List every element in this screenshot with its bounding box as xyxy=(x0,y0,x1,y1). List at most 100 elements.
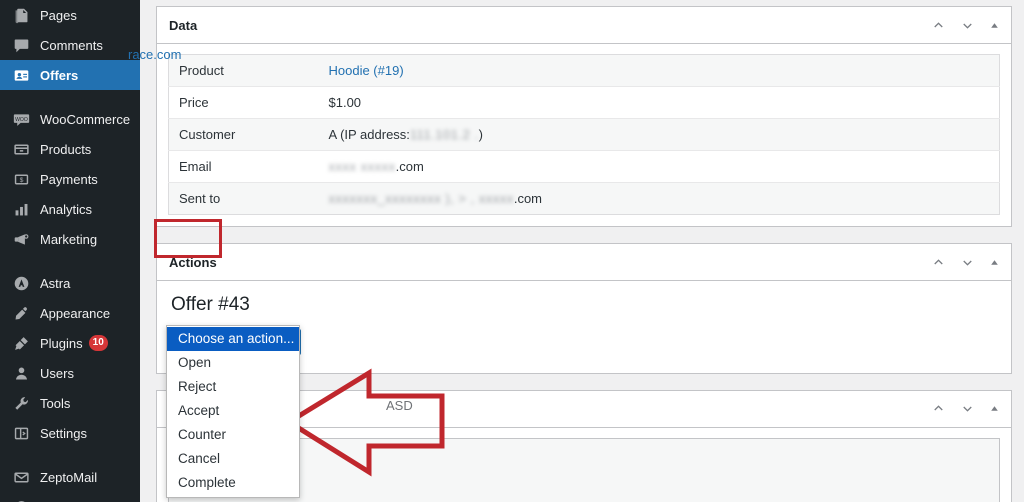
sidebar-item-payments[interactable]: $ Payments xyxy=(0,164,140,194)
chevron-down-icon[interactable] xyxy=(960,255,975,270)
sidebar-item-label: Settings xyxy=(40,425,87,441)
sidebar-item-woocommerce[interactable]: WOO WooCommerce xyxy=(0,104,140,134)
sidebar-item-tools[interactable]: Tools xyxy=(0,388,140,418)
pages-icon xyxy=(11,5,31,25)
admin-sidebar: Pages Comments Offers WOO WooCommerce Pr… xyxy=(0,0,148,502)
sidebar-item-products[interactable]: Products xyxy=(0,134,140,164)
sidebar-item-users[interactable]: Users xyxy=(0,358,140,388)
sidebar-item-label: Payments xyxy=(40,171,98,187)
dropdown-option-choose[interactable]: Choose an action... xyxy=(167,327,299,351)
actions-panel-title: Actions xyxy=(169,254,217,270)
sidebar-item-label: Products xyxy=(40,141,92,157)
dropdown-option-accept[interactable]: Accept xyxy=(167,399,299,423)
redacted-value: xxxx xxxxx xyxy=(328,159,396,174)
sidebar-item-label: Analytics xyxy=(40,201,93,217)
table-row: Customer A (IP address: 111.101.2 . ) xyxy=(168,118,1000,151)
sidebar-item-analytics[interactable]: Analytics xyxy=(0,194,140,224)
sidebar-item-zeptomail[interactable]: ZeptoMail xyxy=(0,462,140,492)
dropdown-option-cancel[interactable]: Cancel xyxy=(167,447,299,471)
comments-icon xyxy=(11,35,31,55)
row-key: Customer xyxy=(168,118,319,151)
data-panel-body: Product Hoodie (#19) Price $1.00 Custome… xyxy=(157,44,1011,226)
row-value: Hoodie (#19) xyxy=(318,54,1000,87)
row-key: Sent to xyxy=(179,191,221,206)
table-row: Product Hoodie (#19) xyxy=(168,54,1000,87)
actions-panel-header: Actions xyxy=(157,244,1011,281)
notes-panel-handle-actions xyxy=(931,401,1011,416)
sidebar-item-settings[interactable]: Settings xyxy=(0,418,140,448)
dropdown-option-counter[interactable]: Counter xyxy=(167,423,299,447)
table-row: Email xxxx xxxxx .com xyxy=(168,150,1000,183)
sidebar-item-offers[interactable]: Offers xyxy=(0,60,148,90)
svg-text:WOO: WOO xyxy=(15,116,28,122)
sidebar-item-astra[interactable]: Astra xyxy=(0,268,140,298)
chevron-up-icon[interactable] xyxy=(931,401,946,416)
toggle-indicator-icon[interactable] xyxy=(989,20,1000,31)
offer-heading: Offer #43 xyxy=(171,294,250,315)
redacted-value: 111.101.2 . xyxy=(409,127,479,142)
sidebar-separator xyxy=(0,254,140,268)
sidebar-item-label: Astra xyxy=(40,275,71,291)
sidebar-item-label: Marketing xyxy=(40,231,98,247)
redacted-value: xxxxxxx_xxxxxxxx ), > , xxxxx xyxy=(328,191,514,206)
mail-icon xyxy=(11,467,31,487)
data-panel: Data Product Hoodie (#19) Price $1.00 Cu… xyxy=(156,6,1012,227)
sidebar-item-plugins[interactable]: Plugins 10 xyxy=(0,328,140,358)
table-row: Price $1.00 xyxy=(168,86,1000,119)
sidebar-item-label: Pages xyxy=(40,7,77,23)
toggle-indicator-icon[interactable] xyxy=(989,403,1000,414)
products-icon xyxy=(11,139,31,159)
data-panel-handle-actions xyxy=(931,18,1011,33)
product-link[interactable]: Hoodie (#19) xyxy=(329,63,404,78)
screen-root: Pages Comments Offers WOO WooCommerce Pr… xyxy=(0,0,1024,502)
analytics-icon xyxy=(11,199,31,219)
sidebar-item-label: Appearance xyxy=(40,305,111,321)
sidebar-separator xyxy=(0,448,140,462)
chevron-up-icon[interactable] xyxy=(931,18,946,33)
sidebar-item-appearance[interactable]: Appearance xyxy=(0,298,140,328)
offers-icon xyxy=(11,65,31,85)
sidebar-item-pages[interactable]: Pages xyxy=(0,0,140,30)
plugins-icon xyxy=(11,333,31,353)
sidebar-separator xyxy=(0,90,140,104)
sidebar-item-marketing[interactable]: Marketing xyxy=(0,224,140,254)
actions-panel-handle-actions xyxy=(931,255,1011,270)
woocommerce-icon: WOO xyxy=(11,109,31,129)
sidebar-item-label: ZeptoMail xyxy=(40,469,98,485)
settings-icon xyxy=(11,423,31,443)
value-suffix: ) xyxy=(478,127,483,142)
marketing-icon xyxy=(11,229,31,249)
dropdown-option-complete[interactable]: Complete xyxy=(167,471,299,495)
row-key: Price xyxy=(168,86,319,119)
value-suffix: .com xyxy=(513,191,542,206)
row-value: $1.00 xyxy=(318,86,1000,119)
action-select-dropdown[interactable]: Choose an action... Open Reject Accept C… xyxy=(166,325,300,498)
dropdown-option-open[interactable]: Open xyxy=(167,351,299,375)
sidebar-item-comments[interactable]: Comments xyxy=(0,30,140,60)
sidebar-item-label: Plugins xyxy=(40,335,83,351)
chevron-down-icon[interactable] xyxy=(960,401,975,416)
appearance-icon xyxy=(11,303,31,323)
note-email-text: race.com xyxy=(128,47,182,62)
users-icon xyxy=(11,363,31,383)
value-prefix: A (IP address: xyxy=(328,127,410,142)
astra-icon xyxy=(11,273,31,293)
row-value: xxxxxxx_xxxxxxxx ), > , xxxxx .com xyxy=(319,183,1000,215)
data-table: Product Hoodie (#19) Price $1.00 Custome… xyxy=(168,54,1000,215)
chevron-down-icon[interactable] xyxy=(960,18,975,33)
svg-text:$: $ xyxy=(19,177,23,184)
arrow-label: ASD xyxy=(386,398,413,413)
tools-icon xyxy=(11,393,31,413)
plugins-update-badge: 10 xyxy=(88,335,108,351)
toggle-indicator-icon[interactable] xyxy=(989,257,1000,268)
data-panel-title: Data xyxy=(169,17,198,33)
sidebar-item-label: Offers xyxy=(40,67,79,83)
row-value: A (IP address: 111.101.2 . ) xyxy=(318,118,1000,151)
dropdown-option-reject[interactable]: Reject xyxy=(167,375,299,399)
sidebar-item-collapse-menu[interactable]: Collapse menu xyxy=(0,492,140,502)
table-row: Sent to xxxxxxx_xxxxxxxx ), > , xxxxx .c… xyxy=(168,182,1000,215)
data-panel-header: Data xyxy=(157,7,1011,44)
collapse-icon xyxy=(11,497,31,502)
sidebar-item-label: WooCommerce xyxy=(40,111,131,127)
chevron-up-icon[interactable] xyxy=(931,255,946,270)
